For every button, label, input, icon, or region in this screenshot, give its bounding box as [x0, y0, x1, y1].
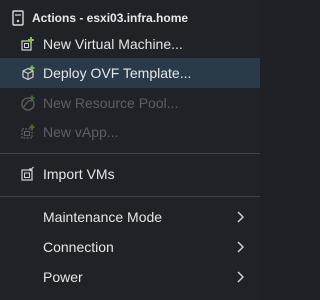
menu-title: Actions - esxi03.infra.home [32, 11, 189, 25]
menu-divider [0, 153, 260, 154]
resource-pool-icon [21, 95, 35, 111]
menu-item-label: Deploy OVF Template... [43, 65, 192, 81]
menu-item-label: New vApp... [43, 124, 119, 140]
menu-item-new-virtual-machine[interactable]: New Virtual Machine... [0, 29, 260, 59]
menu-item-power[interactable]: Power [0, 262, 260, 292]
menu-item-label: New Resource Pool... [43, 95, 179, 111]
menu-item-import-vms[interactable]: Import VMs [0, 159, 260, 189]
actions-context-menu: Actions - esxi03.infra.home New Virtual … [0, 0, 260, 300]
chevron-right-icon [237, 211, 244, 223]
host-server-icon [12, 10, 24, 26]
menu-item-label: Maintenance Mode [43, 209, 163, 225]
menu-item-label: Power [43, 269, 83, 285]
menu-divider [0, 196, 260, 197]
new-vm-icon [21, 37, 34, 51]
menu-item-label: Import VMs [43, 166, 115, 182]
menu-item-connection[interactable]: Connection [0, 232, 260, 262]
import-vms-icon [21, 166, 34, 181]
menu-item-label: New Virtual Machine... [43, 36, 183, 52]
menu-item-maintenance-mode[interactable]: Maintenance Mode [0, 202, 260, 232]
menu-item-new-resource-pool[interactable]: New Resource Pool... [0, 88, 260, 118]
chevron-right-icon [237, 241, 244, 253]
menu-item-label: Connection [43, 239, 114, 255]
chevron-right-icon [237, 271, 244, 283]
menu-header: Actions - esxi03.infra.home [0, 7, 260, 29]
menu-item-new-vapp[interactable]: New vApp... [0, 117, 260, 147]
menu-item-deploy-ovf-template[interactable]: Deploy OVF Template... [0, 58, 260, 88]
deploy-ovf-icon [22, 65, 35, 81]
new-vapp-icon [21, 124, 35, 139]
